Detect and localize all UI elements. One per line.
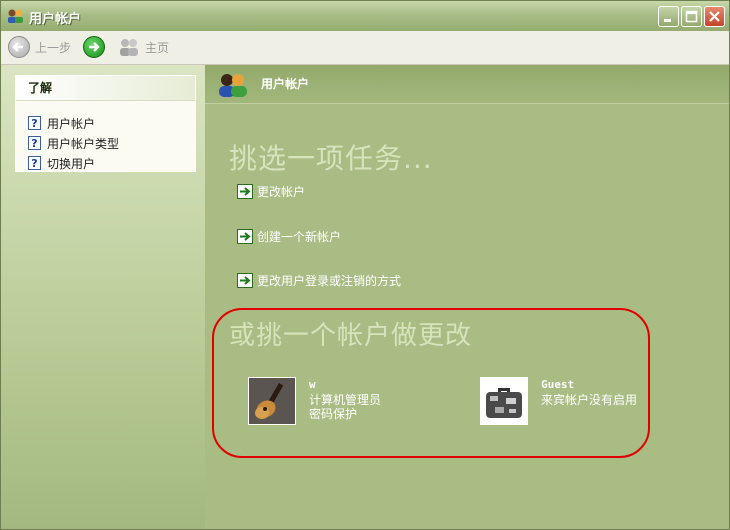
sidebar-item-label: 切换用户 (47, 156, 96, 171)
green-arrow-icon (237, 228, 253, 244)
back-arrow-icon (8, 36, 30, 58)
forward-arrow-icon (83, 36, 105, 58)
users-icon (8, 9, 23, 23)
task-label: 更改用户登录或注销的方式 (257, 273, 402, 288)
help-icon: ? (28, 116, 41, 130)
accounts-heading: 或挑一个帐户做更改 (229, 321, 473, 351)
task-create-account[interactable]: 创建一个新帐户 (237, 227, 341, 245)
close-icon (709, 11, 720, 22)
home-button[interactable]: 主页 (118, 35, 169, 59)
help-icon: ? (28, 136, 41, 150)
task-label: 创建一个新帐户 (257, 229, 342, 244)
task-change-logon-method[interactable]: 更改用户登录或注销的方式 (237, 271, 401, 289)
maximize-button[interactable] (681, 6, 702, 27)
minimize-button[interactable] (658, 6, 679, 27)
task-heading: 挑选一项任务... (229, 142, 433, 175)
sidebar-item-switch-users[interactable]: ? 切换用户 (28, 154, 95, 172)
main-pane: 用户帐户 挑选一项任务... 更改帐户 创建一个新帐户 更改用户登录或注销的方式… (205, 65, 729, 529)
green-arrow-icon (237, 183, 253, 199)
task-label: 更改帐户 (257, 184, 306, 199)
suitcase-picture (480, 377, 528, 425)
page-title: 用户帐户 (261, 77, 310, 91)
help-icon: ? (28, 156, 41, 170)
learn-panel: 了解 ? 用户帐户 ? 用户帐户类型 ? 切换用户 (15, 75, 196, 172)
guitar-picture (248, 377, 296, 425)
maximize-icon (685, 10, 698, 23)
back-label: 上一步 (35, 40, 72, 55)
sidebar-item-label: 用户帐户类型 (47, 136, 120, 151)
account-status: 密码保护 (309, 407, 358, 421)
sidebar-item-user-accounts[interactable]: ? 用户帐户 (28, 114, 95, 132)
title-bar[interactable]: 用户帐户 (1, 1, 729, 32)
learn-panel-header[interactable]: 了解 (16, 76, 195, 101)
account-name: w (309, 378, 316, 391)
forward-button[interactable] (83, 35, 105, 59)
navigation-toolbar: 上一步 主页 (1, 31, 729, 65)
green-arrow-icon (237, 272, 253, 288)
minimize-icon (664, 19, 671, 22)
close-button[interactable] (704, 6, 725, 27)
sidebar-item-account-types[interactable]: ? 用户帐户类型 (28, 134, 119, 152)
sidebar-item-label: 用户帐户 (47, 116, 96, 131)
user-accounts-icon (219, 74, 247, 97)
task-change-account[interactable]: 更改帐户 (237, 182, 305, 200)
back-button[interactable]: 上一步 (8, 35, 71, 59)
account-type: 来宾帐户没有启用 (541, 393, 638, 407)
sidebar: 了解 ? 用户帐户 ? 用户帐户类型 ? 切换用户 (1, 65, 205, 529)
home-label: 主页 (145, 40, 170, 55)
user-accounts-window: 用户帐户 上一步 主页 了解 ? 用户帐户 ? 用户帐户类型 ? 切换用户 用户… (0, 0, 730, 530)
window-title: 用户帐户 (29, 12, 82, 27)
account-name: Guest (541, 378, 575, 391)
main-header: 用户帐户 (205, 65, 729, 104)
home-users-icon (120, 39, 138, 56)
